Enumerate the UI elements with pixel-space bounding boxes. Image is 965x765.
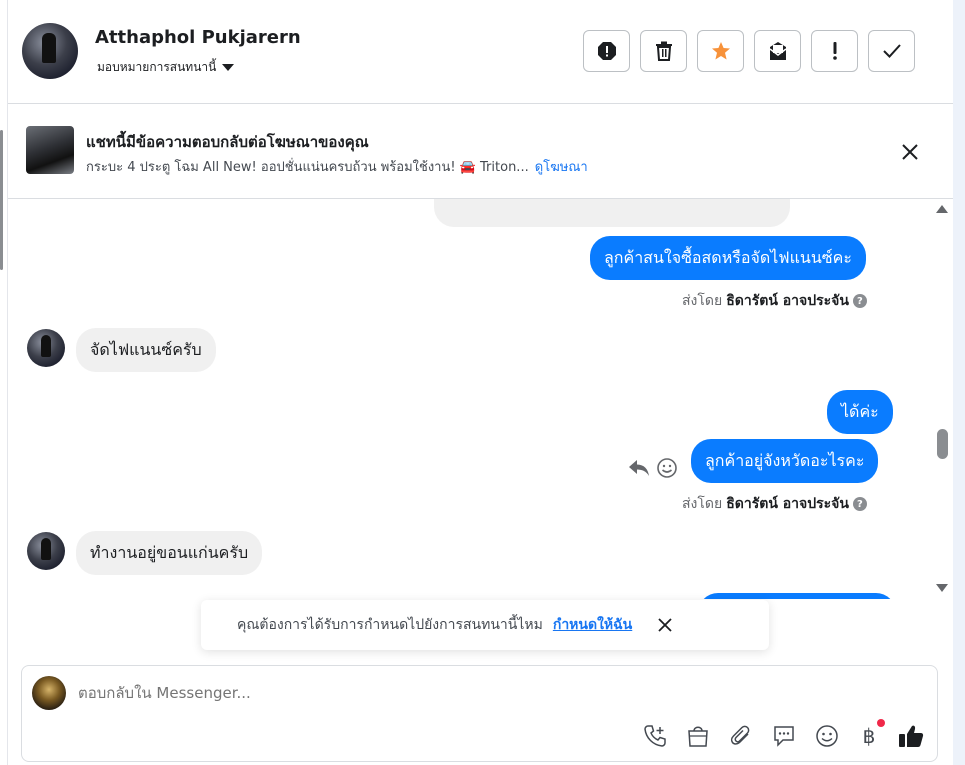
star-button[interactable] [697, 30, 744, 72]
ad-description: กระบะ 4 ประตู โฉม All New! ออปชั่นแน่นคร… [86, 160, 529, 175]
help-icon[interactable]: ? [852, 497, 867, 511]
contact-avatar-small[interactable] [27, 329, 65, 367]
sent-by-prefix: ส่งโดย [682, 496, 723, 512]
assign-conversation-dropdown[interactable]: มอบหมายการสนทนานี้ [97, 58, 235, 77]
call-plus-button[interactable] [642, 723, 668, 749]
reply-composer: ฿ [21, 665, 938, 762]
scroll-down-arrow[interactable] [936, 584, 948, 592]
outgoing-message[interactable]: ได้ค่ะ [827, 390, 893, 434]
mark-important-button[interactable] [811, 30, 858, 72]
close-icon[interactable] [656, 616, 674, 634]
saved-replies-button[interactable] [771, 723, 797, 749]
view-ad-link[interactable]: ดูโฆษณา [535, 160, 588, 175]
reply-input[interactable] [78, 684, 678, 702]
incoming-message[interactable]: จัดไฟแนนซ์ครับ [76, 328, 216, 372]
baht-icon: ฿ [862, 724, 876, 748]
delete-button[interactable] [640, 30, 687, 72]
thumbs-up-icon [899, 725, 924, 747]
contact-avatar[interactable] [22, 23, 78, 79]
chat-bubble-icon [774, 726, 794, 747]
window-right-edge [953, 0, 965, 765]
emoji-icon [816, 725, 838, 747]
reply-icon[interactable] [628, 457, 650, 477]
assign-to-me-link[interactable]: กำหนดให้ฉัน [553, 614, 632, 636]
mark-unread-icon [769, 42, 786, 60]
left-resize-handle[interactable] [0, 130, 3, 270]
sender-name: ธิดารัตน์ อาจประจัน [726, 293, 849, 309]
star-icon [711, 42, 730, 60]
check-icon [882, 44, 901, 58]
assign-prompt-toast: คุณต้องการได้รับการกำหนดไปยังการสนทนานี้… [201, 600, 769, 650]
shopping-bag-icon [688, 726, 708, 747]
outgoing-message[interactable]: ลูกค้าสนใจซื้อสดหรือจัดไฟแนนซ์คะ [590, 236, 866, 280]
scrollbar-thumb[interactable] [937, 429, 948, 459]
emoji-button[interactable] [814, 723, 840, 749]
outgoing-message-partial [698, 593, 896, 599]
call-plus-icon [644, 725, 666, 747]
assign-prompt-text: คุณต้องการได้รับการกำหนดไปยังการสนทนานี้… [237, 617, 543, 633]
spam-icon [597, 42, 616, 60]
sender-name: ธิดารัตน์ อาจประจัน [726, 496, 849, 512]
close-icon[interactable] [898, 140, 922, 164]
message-thread[interactable]: ลูกค้าสนใจซื้อสดหรือจัดไฟแนนซ์คะ ส่งโดย … [8, 199, 933, 599]
paperclip-icon [730, 725, 750, 745]
contact-name[interactable]: Atthaphol Pukjarern [95, 27, 301, 48]
scroll-up-arrow[interactable] [936, 205, 948, 213]
assign-label: มอบหมายการสนทนานี้ [97, 60, 217, 74]
ad-thumbnail[interactable] [26, 126, 74, 174]
page-avatar [32, 676, 66, 710]
exclamation-icon [832, 42, 837, 60]
caret-down-icon [222, 64, 235, 71]
react-emoji-icon[interactable] [656, 457, 678, 479]
outgoing-message[interactable]: ลูกค้าอยู่จังหวัดอะไรคะ [691, 439, 879, 483]
payment-button[interactable]: ฿ [856, 723, 882, 749]
mark-done-button[interactable] [868, 30, 915, 72]
sent-by-prefix: ส่งโดย [682, 293, 723, 309]
ad-banner-title: แชทนี้มีข้อความตอบกลับต่อโฆษณาของคุณ [86, 133, 369, 151]
trash-icon [655, 41, 672, 61]
ad-banner-subtitle: กระบะ 4 ประตู โฉม All New! ออปชั่นแน่นคร… [86, 156, 588, 177]
contact-avatar-small[interactable] [27, 532, 65, 570]
conversation-header: Atthaphol Pukjarern มอบหมายการสนทนานี้ [8, 0, 953, 104]
mark-unread-button[interactable] [754, 30, 801, 72]
mark-spam-button[interactable] [583, 30, 630, 72]
incoming-message[interactable]: ทำงานอยู่ขอนแก่นครับ [76, 531, 263, 575]
sent-by-line: ส่งโดย ธิดารัตน์ อาจประจัน ? [682, 493, 867, 515]
window-left-edge [0, 0, 8, 765]
like-button[interactable] [898, 723, 924, 749]
incoming-message-partial [434, 199, 790, 227]
ad-reply-banner: แชทนี้มีข้อความตอบกลับต่อโฆษณาของคุณ กระ… [8, 104, 953, 199]
attach-button[interactable] [728, 723, 754, 749]
shop-button[interactable] [685, 723, 711, 749]
sent-by-line: ส่งโดย ธิดารัตน์ อาจประจัน ? [682, 290, 867, 312]
notification-dot [877, 719, 885, 727]
help-icon[interactable]: ? [852, 294, 867, 308]
